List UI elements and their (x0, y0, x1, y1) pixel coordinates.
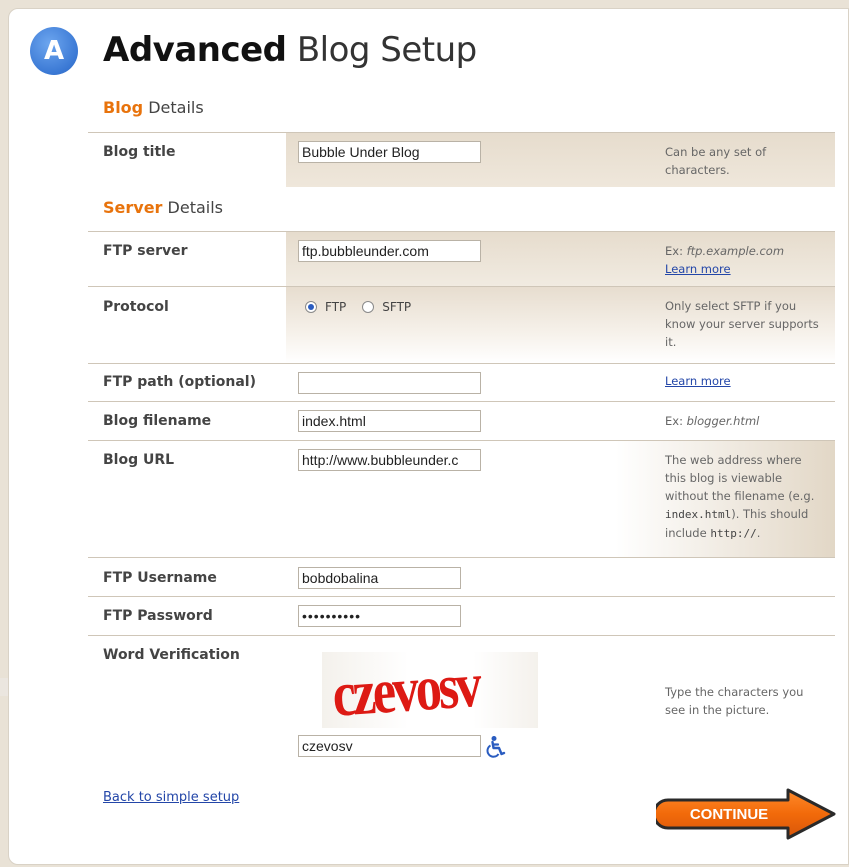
step-badge: A (30, 27, 78, 75)
hint-example: blogger.html (686, 414, 760, 428)
protocol-ftp-label[interactable]: FTP (325, 300, 346, 314)
divider (88, 596, 835, 597)
ftp-server-input[interactable] (298, 240, 481, 262)
hint-text: . (756, 526, 761, 540)
ftp-password-label: FTP Password (103, 608, 213, 624)
protocol-sftp-radio[interactable] (362, 301, 375, 313)
blog-title-input[interactable] (298, 141, 481, 163)
ftp-username-input[interactable] (298, 567, 461, 589)
section-accent: Blog (103, 98, 144, 117)
divider (88, 557, 835, 558)
blog-filename-label: Blog filename (103, 413, 212, 429)
hint-code: index.html (665, 508, 732, 521)
page-title-rest: Blog Setup (286, 30, 477, 70)
hint-code: http:// (710, 527, 757, 540)
captcha-text: czevosv (330, 648, 481, 730)
ftp-server-learn-more-link[interactable]: Learn more (665, 262, 731, 276)
ftp-path-label: FTP path (optional) (103, 374, 257, 390)
section-accent: Server (103, 198, 163, 217)
protocol-ftp-radio[interactable] (305, 301, 317, 313)
word-verification-hint: Type the characters you see in the pictu… (665, 685, 804, 717)
protocol-sftp-label[interactable]: SFTP (382, 300, 411, 314)
ftp-server-hint: Ex: ftp.example.com Learn more (665, 242, 825, 278)
ftp-password-input[interactable] (298, 605, 461, 627)
word-verification-input[interactable] (298, 735, 481, 757)
accessibility-icon[interactable] (484, 735, 508, 759)
blog-title-hint: Can be any set of characters. (665, 145, 767, 177)
blog-url-hint: The web address where this blog is viewa… (665, 451, 825, 543)
section-rest: Details (162, 198, 223, 217)
blog-url-label: Blog URL (103, 452, 175, 468)
protocol-hint: Only select SFTP if you know your server… (665, 299, 819, 349)
blog-filename-hint: Ex: blogger.html (665, 412, 825, 430)
divider (88, 635, 835, 636)
ftp-username-label: FTP Username (103, 570, 217, 586)
continue-button[interactable] (656, 788, 838, 840)
divider (88, 401, 835, 402)
ftp-server-label: FTP server (103, 243, 188, 259)
hint-prefix: Ex: (665, 414, 687, 428)
section-server-details: Server Details (103, 198, 223, 217)
divider (88, 363, 835, 364)
page-title: Advanced Blog Setup (103, 30, 477, 70)
hint-text: The web address where this blog is viewa… (665, 453, 815, 503)
section-blog-details: Blog Details (103, 98, 204, 117)
blog-title-label: Blog title (103, 144, 176, 160)
hint-example: ftp.example.com (686, 244, 785, 258)
blog-url-input[interactable] (298, 449, 481, 471)
ftp-path-input[interactable] (298, 372, 481, 394)
section-rest: Details (143, 98, 204, 117)
ftp-path-learn-more-link[interactable]: Learn more (665, 374, 731, 388)
back-to-simple-setup-link[interactable]: Back to simple setup (103, 790, 239, 805)
blog-filename-input[interactable] (298, 410, 481, 432)
word-verification-label: Word Verification (103, 647, 240, 663)
page-title-strong: Advanced (103, 30, 287, 70)
hint-prefix: Ex: (665, 244, 687, 258)
protocol-label: Protocol (103, 299, 169, 315)
ftp-path-hint: Learn more (665, 372, 825, 390)
protocol-radio-group: FTP SFTP (305, 300, 411, 314)
